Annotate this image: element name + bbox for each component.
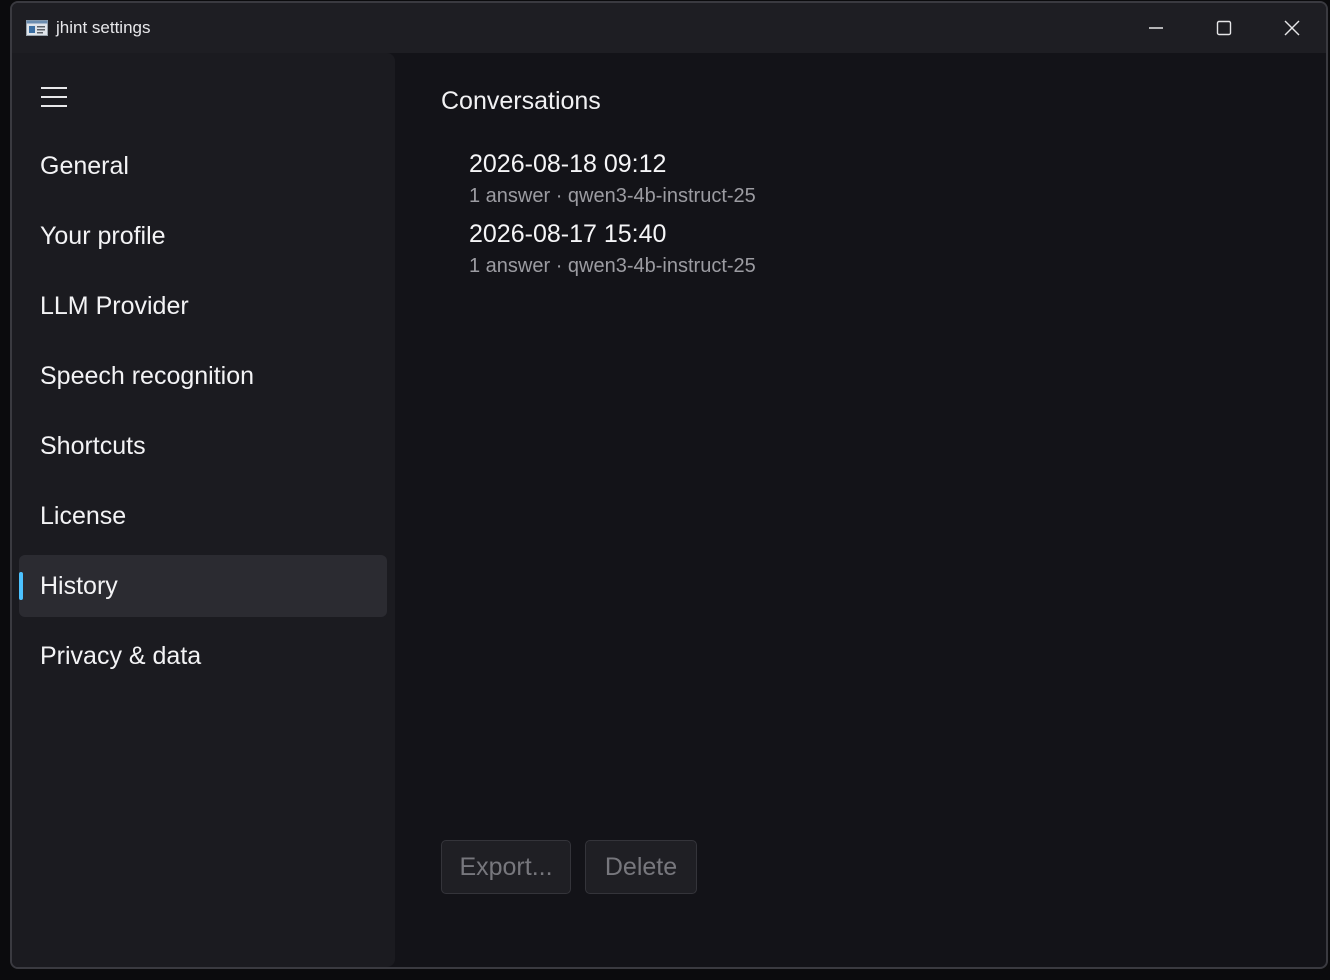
conversation-meta: 1 answer · qwen3-4b-instruct-25	[469, 255, 756, 277]
caption-buttons	[1122, 3, 1326, 53]
nav-item-llm-provider[interactable]: LLM Provider	[19, 275, 387, 337]
history-page: Conversations 2026-08-18 09:12 1 answer …	[395, 53, 1326, 967]
conversation-date: 2026-08-17 15:40	[469, 220, 667, 248]
close-button[interactable]	[1258, 3, 1326, 53]
nav-item-history[interactable]: History	[19, 555, 387, 617]
close-icon	[1284, 20, 1300, 36]
conversation-list[interactable]: 2026-08-18 09:12 1 answer · qwen3-4b-ins…	[469, 149, 779, 289]
delete-button[interactable]: Delete	[585, 840, 697, 894]
maximize-button[interactable]	[1190, 3, 1258, 53]
nav-list: General Your profile LLM Provider Speech…	[19, 135, 387, 695]
nav-item-label: LLM Provider	[40, 291, 189, 320]
page-title: Conversations	[441, 87, 601, 115]
nav-item-label: Privacy & data	[40, 641, 202, 670]
nav-item-label: History	[40, 571, 118, 600]
minimize-icon	[1149, 27, 1163, 29]
conversation-meta: 1 answer · qwen3-4b-instruct-25	[469, 185, 756, 207]
nav-item-shortcuts[interactable]: Shortcuts	[19, 415, 387, 477]
nav-item-label: Your profile	[40, 221, 166, 250]
nav-item-general[interactable]: General	[19, 135, 387, 197]
nav-item-label: Shortcuts	[40, 431, 146, 460]
minimize-button[interactable]	[1122, 3, 1190, 53]
nav-item-privacy-data[interactable]: Privacy & data	[19, 625, 387, 687]
nav-item-label: General	[40, 151, 129, 180]
list-item[interactable]: 2026-08-17 15:40 1 answer · qwen3-4b-ins…	[469, 219, 779, 289]
maximize-icon	[1216, 20, 1232, 36]
nav-item-your-profile[interactable]: Your profile	[19, 205, 387, 267]
export-button[interactable]: Export...	[441, 840, 571, 894]
nav-item-speech-recognition[interactable]: Speech recognition	[19, 345, 387, 407]
settings-window: jhint settings General Your profile LLM …	[10, 1, 1328, 969]
nav-item-label: Speech recognition	[40, 361, 255, 390]
app-window-icon	[26, 19, 48, 37]
nav-item-label: License	[40, 501, 127, 530]
menu-toggle-button[interactable]	[32, 77, 76, 117]
nav-item-license[interactable]: License	[19, 485, 387, 547]
conversation-date: 2026-08-18 09:12	[469, 150, 667, 178]
title-bar[interactable]: jhint settings	[12, 3, 1326, 53]
navigation-sidebar: General Your profile LLM Provider Speech…	[12, 53, 395, 967]
list-item[interactable]: 2026-08-18 09:12 1 answer · qwen3-4b-ins…	[469, 149, 779, 219]
action-bar: Export... Delete	[441, 840, 697, 894]
hamburger-menu-icon	[41, 87, 67, 107]
selection-indicator	[19, 572, 23, 600]
window-title: jhint settings	[56, 18, 151, 37]
